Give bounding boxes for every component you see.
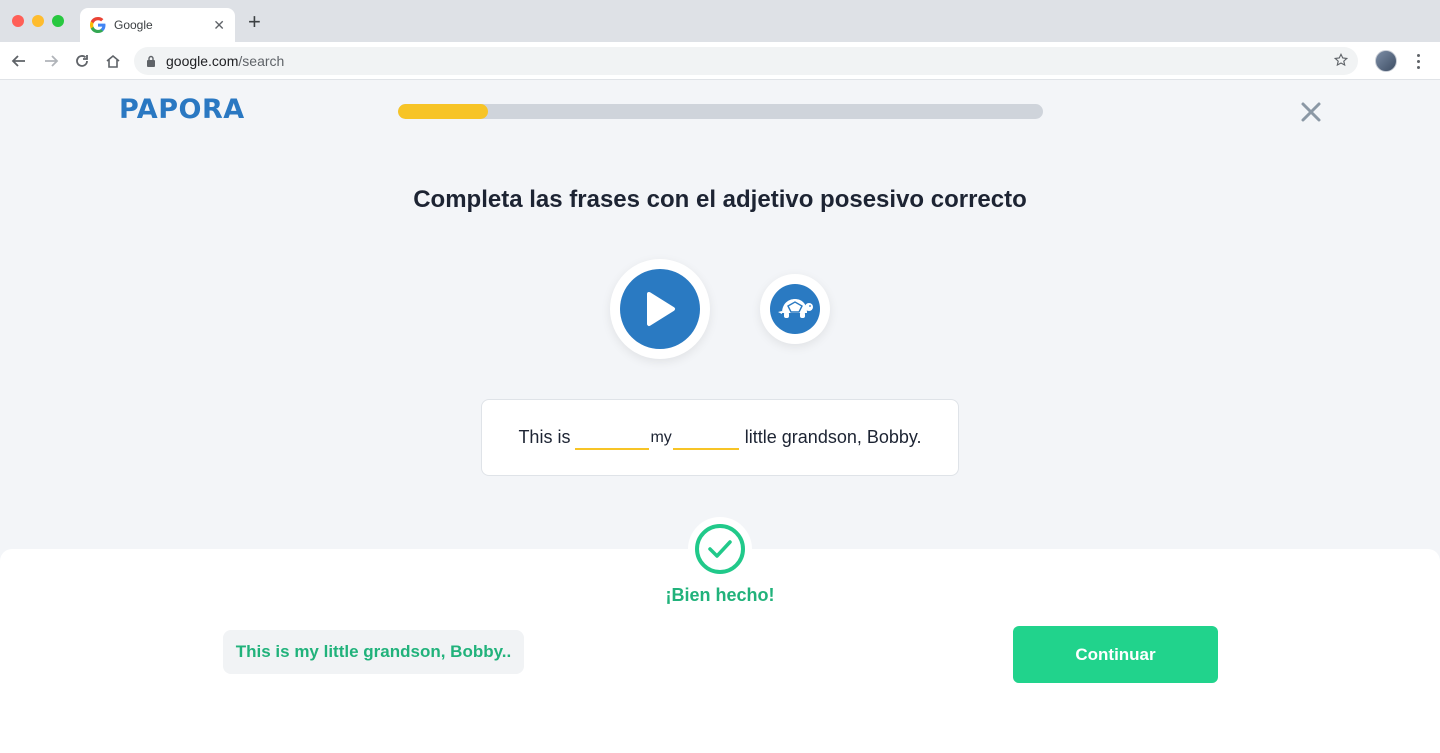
minimize-window-button[interactable]	[32, 15, 44, 27]
blank-line	[672, 426, 739, 450]
google-favicon-icon	[90, 17, 106, 33]
turtle-icon	[770, 284, 820, 334]
maximize-window-button[interactable]	[52, 15, 64, 27]
bookmark-star-icon[interactable]	[1333, 52, 1349, 72]
tab-title: Google	[114, 18, 153, 32]
continue-button[interactable]: Continuar	[1013, 626, 1218, 683]
papora-logo[interactable]: PAPORA	[119, 94, 245, 125]
close-icon[interactable]	[1298, 99, 1324, 125]
reload-icon[interactable]	[72, 51, 92, 71]
browser-tab[interactable]: Google ✕	[80, 8, 235, 42]
browser-tab-bar: Google ✕ +	[0, 0, 1440, 42]
feedback-message: ¡Bien hecho!	[665, 585, 775, 605]
url-host: google.com	[166, 53, 239, 69]
play-audio-button[interactable]	[610, 259, 710, 359]
forward-arrow-icon[interactable]	[41, 51, 61, 71]
check-icon	[695, 524, 745, 574]
browser-toolbar: google.com/search	[0, 42, 1440, 80]
browser-menu-icon[interactable]	[1410, 51, 1426, 71]
url-path: /search	[238, 53, 285, 69]
window-controls	[12, 15, 64, 27]
lesson-progress-fill	[398, 104, 489, 119]
address-bar[interactable]: google.com/search	[134, 47, 1358, 75]
answer-word: my	[650, 428, 672, 446]
correct-sentence: This is my little grandson, Bobby..	[223, 630, 524, 674]
new-tab-icon[interactable]: +	[248, 11, 261, 33]
sentence-before: This is	[518, 427, 571, 447]
profile-avatar[interactable]	[1375, 50, 1397, 72]
lock-icon	[146, 55, 156, 67]
tab-close-icon[interactable]: ✕	[213, 17, 225, 34]
exercise-heading: Completa las frases con el adjetivo pose…	[413, 186, 1027, 213]
blank-line	[575, 426, 650, 450]
play-icon	[620, 269, 700, 349]
sentence-card: This is my little grandson, Bobby.	[481, 399, 959, 476]
sentence-after: little grandson, Bobby.	[744, 427, 922, 447]
slow-audio-button[interactable]	[760, 274, 830, 344]
close-window-button[interactable]	[12, 15, 24, 27]
home-icon[interactable]	[103, 51, 123, 71]
lesson-progress-bar	[398, 104, 1043, 119]
back-arrow-icon[interactable]	[9, 51, 29, 71]
check-badge	[688, 517, 752, 581]
